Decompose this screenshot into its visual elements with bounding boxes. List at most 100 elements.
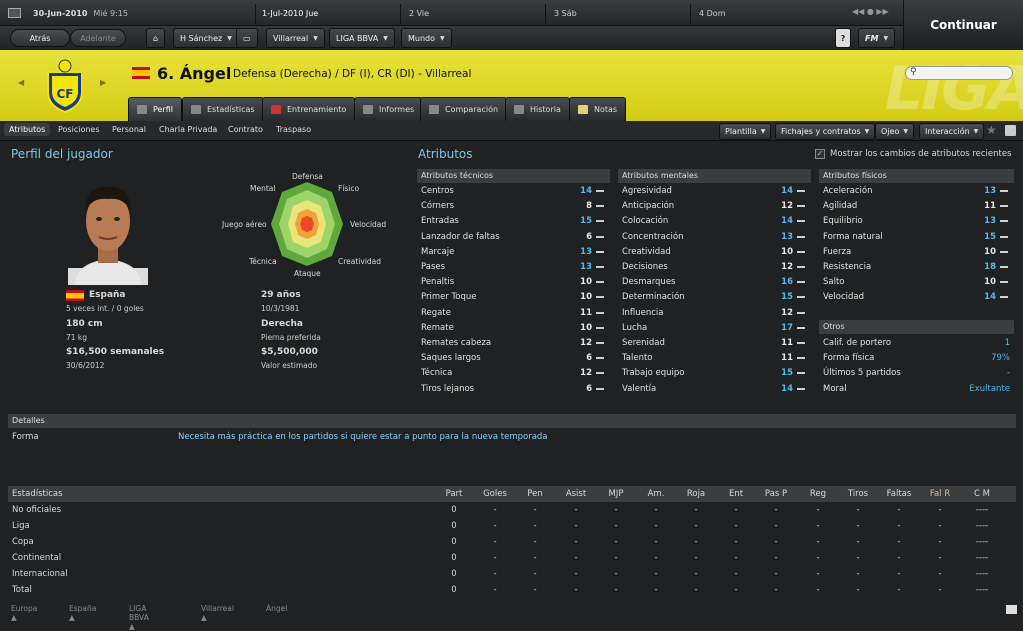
stats-cell: - xyxy=(614,521,618,531)
star-icon[interactable]: ★ xyxy=(986,123,997,137)
next-player-icon[interactable]: ▶ xyxy=(100,78,106,87)
stats-column-header[interactable]: Estadísticas xyxy=(12,489,192,499)
day-cell[interactable]: 2 Vie xyxy=(409,9,429,18)
attribute-name: Pases xyxy=(421,262,446,272)
attribute-row: Entradas 15 xyxy=(417,214,610,229)
trend-dash-icon xyxy=(797,220,805,223)
continue-button[interactable]: Continuar xyxy=(903,0,1023,50)
stats-column-header[interactable]: C M xyxy=(966,489,998,499)
radar-label-defensa: Defensa xyxy=(292,172,323,181)
attribute-row: Desmarques 16 xyxy=(618,275,811,290)
subtab-personal[interactable]: Personal xyxy=(112,125,146,134)
attribute-row: Resistencia 18 xyxy=(819,260,1014,275)
attribute-row: Trabajo equipo 15 xyxy=(618,366,811,381)
tab-comparacion[interactable]: Comparación xyxy=(420,97,508,121)
subtab-charla[interactable]: Charla Privada xyxy=(159,125,217,134)
club-menu[interactable]: Villarreal ▼ xyxy=(266,28,325,48)
trend-dash-icon xyxy=(1000,250,1008,253)
tab-entrenamiento[interactable]: Entrenamiento xyxy=(262,97,356,121)
stats-column-header[interactable]: Pas P xyxy=(757,489,795,499)
breadcrumb-item[interactable]: Ángel xyxy=(266,604,287,613)
stats-column-header[interactable]: Roja xyxy=(678,489,714,499)
trend-dash-icon xyxy=(797,357,805,360)
subtab-atributos[interactable]: Atributos xyxy=(4,123,51,136)
stats-column-header[interactable]: Goles xyxy=(476,489,514,499)
attribute-value: 13 xyxy=(984,186,996,196)
back-button[interactable]: Atrás xyxy=(10,29,70,47)
attribute-value: 12 xyxy=(781,307,793,318)
stats-cell: 0 xyxy=(451,585,457,595)
help-button[interactable]: ? xyxy=(835,28,851,48)
stats-column-header[interactable]: Tiros xyxy=(839,489,877,499)
attribute-name: Fuerza xyxy=(823,246,852,257)
breadcrumb-item[interactable]: Villarreal ▲ xyxy=(201,604,234,622)
breadcrumb-item[interactable]: Europa ▲ xyxy=(11,604,37,622)
interaction-button[interactable]: Interacción ▼ xyxy=(919,123,985,140)
stats-column-header[interactable]: Ent xyxy=(718,489,754,499)
stats-column-header[interactable]: Pen xyxy=(517,489,553,499)
resize-icon[interactable] xyxy=(1006,605,1017,614)
tab-informes[interactable]: Informes xyxy=(354,97,424,121)
league-menu[interactable]: LIGA BBVA ▼ xyxy=(329,28,395,48)
breadcrumb-item[interactable]: LIGA BBVA ▲ xyxy=(129,604,149,631)
stats-column-header[interactable]: Part xyxy=(436,489,472,499)
stats-cell: Continental xyxy=(12,553,62,563)
breadcrumb-item[interactable]: España ▲ xyxy=(69,604,96,622)
attribute-row: Lucha 17 xyxy=(618,321,811,336)
stats-column-header[interactable]: Asist xyxy=(557,489,595,499)
other-name: Últimos 5 partidos xyxy=(823,368,901,379)
home-icon: ⌂ xyxy=(153,33,159,43)
transfers-button[interactable]: Fichajes y contratos ▼ xyxy=(775,123,876,140)
stats-column-header[interactable]: Reg xyxy=(800,489,836,499)
tab-perfil[interactable]: Perfil xyxy=(128,97,183,121)
stats-cell: - xyxy=(734,569,738,579)
stats-cell: - xyxy=(493,537,497,547)
trend-dash-icon xyxy=(797,250,805,253)
day-cell[interactable]: 1-Jul-2010 Jue xyxy=(262,9,318,18)
subtab-traspaso[interactable]: Traspaso xyxy=(276,125,311,134)
caps: 5 veces int. / 0 goles xyxy=(66,304,144,313)
subtab-contrato[interactable]: Contrato xyxy=(228,125,263,134)
inbox-button[interactable]: ▭ xyxy=(236,28,258,48)
stats-cell: - xyxy=(533,585,537,595)
stats-cell: - xyxy=(574,537,578,547)
forward-button[interactable]: Adelante xyxy=(70,29,126,47)
tab-historia[interactable]: Historia xyxy=(505,97,570,121)
subtab-posiciones[interactable]: Posiciones xyxy=(58,125,100,134)
profile-icon xyxy=(137,105,147,114)
day-cell[interactable]: 4 Dom xyxy=(699,9,725,18)
radar-label-creatividad: Creatividad xyxy=(338,257,382,266)
details-form-label: Forma xyxy=(12,432,39,442)
stats-cell: - xyxy=(574,585,578,595)
calendar-scroll-controls[interactable]: ◀◀ ● ▶▶ xyxy=(852,7,889,16)
stats-cell: - xyxy=(734,537,738,547)
squad-button[interactable]: Plantilla ▼ xyxy=(719,123,772,140)
stats-cell: No oficiales xyxy=(12,505,62,515)
stats-column-header[interactable]: MJP xyxy=(598,489,634,499)
show-changes-checkbox[interactable]: ✓ xyxy=(815,149,825,159)
tab-notas[interactable]: Notas xyxy=(569,97,627,121)
manager-menu[interactable]: H Sánchez ▼ xyxy=(173,28,239,48)
stats-column-header[interactable]: Fal R xyxy=(922,489,958,499)
inbox-icon: ▭ xyxy=(243,33,251,43)
attribute-row: Influencia 12 xyxy=(618,306,811,321)
calendar-icon[interactable] xyxy=(8,8,21,18)
stats-row: Internacional 0- - - - - - - - - - - - ---- xyxy=(8,566,1016,582)
stats-column-header[interactable]: Am. xyxy=(638,489,674,499)
prev-player-icon[interactable]: ◀ xyxy=(18,78,24,87)
scout-button[interactable]: Ojeo ▼ xyxy=(875,123,914,140)
world-menu[interactable]: Mundo ▼ xyxy=(401,28,452,48)
search-input[interactable]: ⚲ xyxy=(905,66,1013,80)
attribute-name: Forma natural xyxy=(823,231,883,242)
day-cell[interactable]: 3 Sáb xyxy=(554,9,577,18)
attributes-title: Atributos xyxy=(418,147,473,161)
fm-menu[interactable]: FM ▼ xyxy=(858,28,896,48)
stats-column-header[interactable]: Faltas xyxy=(881,489,917,499)
history-icon xyxy=(514,105,524,114)
tab-estadisticas[interactable]: Estadísticas xyxy=(182,97,264,121)
edit-icon[interactable] xyxy=(1005,125,1016,136)
stats-cell: - xyxy=(654,537,658,547)
details-form-text: Necesita más práctica en los partidos si… xyxy=(178,432,548,442)
home-button[interactable]: ⌂ xyxy=(146,28,166,48)
stats-cell: Total xyxy=(12,585,32,595)
